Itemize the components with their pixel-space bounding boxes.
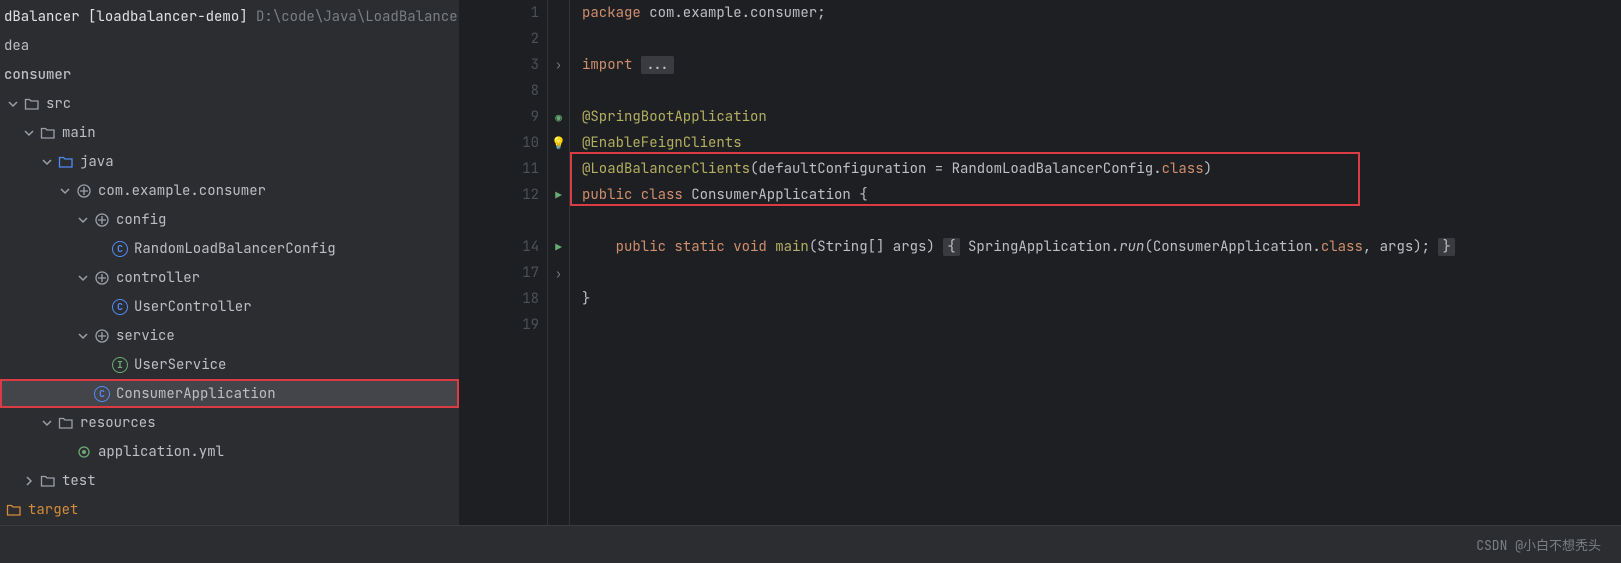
yaml-file-icon <box>76 444 92 460</box>
excluded-folder-icon <box>6 502 22 518</box>
tree-item-consumer[interactable]: consumer <box>0 60 459 89</box>
chevron-down-icon[interactable] <box>40 155 54 169</box>
fold-icon[interactable]: › <box>555 57 562 73</box>
chevron-right-icon[interactable] <box>22 474 36 488</box>
interface-icon: I <box>112 357 128 373</box>
chevron-down-icon[interactable] <box>40 416 54 430</box>
tree-item-service[interactable]: service <box>0 321 459 350</box>
project-name: dBalancer [loadbalancer-demo] <box>4 8 248 26</box>
chevron-down-icon[interactable] <box>76 329 90 343</box>
project-tree[interactable]: dBalancer [loadbalancer-demo] D:\code\Ja… <box>0 0 460 525</box>
package-icon <box>94 328 110 344</box>
class-icon: C <box>112 299 128 315</box>
spring-bean-icon[interactable]: ◉ <box>555 111 562 125</box>
class-icon: C <box>94 386 110 402</box>
chevron-down-icon[interactable] <box>6 97 20 111</box>
chevron-down-icon[interactable] <box>76 271 90 285</box>
tree-item-test[interactable]: test <box>0 466 459 495</box>
tree-item-main[interactable]: main <box>0 118 459 147</box>
tree-item-controller[interactable]: controller <box>0 263 459 292</box>
folder-icon <box>40 125 56 141</box>
run-gutter-icon[interactable]: ▶ <box>555 189 562 203</box>
package-icon <box>94 212 110 228</box>
tree-item-idea[interactable]: dea <box>0 31 459 60</box>
tree-item-application-yml[interactable]: application.yml <box>0 437 459 466</box>
line-number-gutter: 1 2 3 8 9 10 11 12 14 17 18 19 <box>460 0 548 525</box>
tree-item-random-config[interactable]: C RandomLoadBalancerConfig <box>0 234 459 263</box>
tree-item-consumer-application[interactable]: C ConsumerApplication <box>0 379 459 408</box>
run-gutter-icon[interactable]: ▶ <box>555 241 562 255</box>
tree-item-user-controller[interactable]: C UserController <box>0 292 459 321</box>
project-root[interactable]: dBalancer [loadbalancer-demo] D:\code\Ja… <box>0 2 459 31</box>
resources-folder-icon <box>58 415 74 431</box>
watermark-text: CSDN @小白不想秃头 <box>1476 535 1601 554</box>
tree-item-java[interactable]: java <box>0 147 459 176</box>
tree-item-config[interactable]: config <box>0 205 459 234</box>
source-folder-icon <box>58 154 74 170</box>
folder-icon <box>40 473 56 489</box>
folder-icon <box>24 96 40 112</box>
class-icon: C <box>112 241 128 257</box>
intention-bulb-icon[interactable]: 💡 <box>551 135 566 151</box>
tree-item-package[interactable]: com.example.consumer <box>0 176 459 205</box>
chevron-down-icon[interactable] <box>58 184 72 198</box>
project-path: D:\code\Java\LoadBalance <box>256 8 458 26</box>
code-area[interactable]: package com.example.consumer; import ...… <box>570 0 1621 525</box>
chevron-down-icon[interactable] <box>22 126 36 140</box>
tree-item-user-service[interactable]: I UserService <box>0 350 459 379</box>
package-icon <box>94 270 110 286</box>
tree-item-src[interactable]: src <box>0 89 459 118</box>
gutter-markers: › ◉ 💡 ▶ ▶ › <box>548 0 570 525</box>
fold-icon[interactable]: › <box>555 266 562 282</box>
tree-item-target[interactable]: target <box>0 495 459 524</box>
chevron-down-icon[interactable] <box>76 213 90 227</box>
package-icon <box>76 183 92 199</box>
code-editor[interactable]: 1 2 3 8 9 10 11 12 14 17 18 19 › ◉ 💡 ▶ ▶… <box>460 0 1621 525</box>
tree-item-resources[interactable]: resources <box>0 408 459 437</box>
folded-imports[interactable]: ... <box>641 56 674 74</box>
status-bar: CSDN @小白不想秃头 <box>0 525 1621 563</box>
